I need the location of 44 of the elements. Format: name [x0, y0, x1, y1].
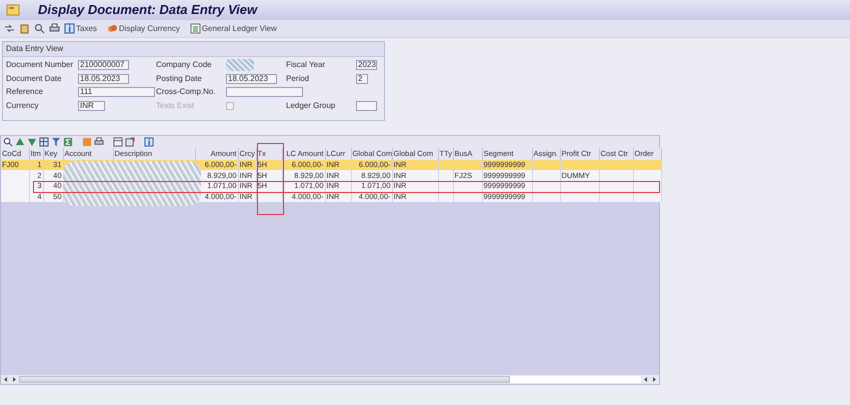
redacted-area [226, 59, 254, 71]
export-icon[interactable] [125, 136, 135, 146]
field-label: Document Number [6, 59, 74, 71]
field-label: Posting Date [156, 72, 203, 84]
scroll-thumb[interactable] [19, 376, 510, 382]
input-field[interactable] [226, 87, 303, 97]
input-field[interactable]: 2023 [356, 60, 377, 70]
search-icon[interactable] [34, 23, 45, 34]
field-label: Ledger Group [286, 100, 336, 112]
clipboard-icon[interactable] [19, 23, 30, 34]
grid-icon[interactable] [39, 136, 49, 146]
search-icon[interactable] [3, 136, 13, 146]
field-label: Reference [6, 86, 44, 98]
input-field[interactable]: 2 [356, 74, 368, 84]
coins-icon [106, 23, 118, 34]
ledger-icon [190, 23, 201, 34]
info-icon[interactable] [144, 136, 154, 146]
sort-down-icon[interactable] [27, 136, 37, 146]
printer-icon[interactable] [94, 136, 104, 146]
layout-icon[interactable] [113, 136, 123, 146]
panel-title: Data Entry View [3, 42, 384, 57]
document-icon [6, 4, 20, 16]
toolbar-button[interactable]: Taxes [64, 23, 103, 34]
toolbar-button[interactable]: General Ledger View [190, 23, 283, 34]
input-field[interactable]: 18.05.2023 [226, 74, 277, 84]
field-label: Fiscal Year [286, 59, 326, 71]
printer-icon[interactable] [49, 23, 60, 34]
arrows-icon[interactable] [4, 23, 15, 34]
sum-icon[interactable] [63, 136, 73, 146]
input-field[interactable]: INR [78, 100, 105, 110]
field-label: Currency [6, 100, 40, 112]
field-label: Document Date [6, 72, 63, 84]
field-label: Period [286, 72, 310, 84]
field-label: Cross-Comp.No. [156, 86, 217, 98]
window-title: Display Document: Data Entry View [38, 1, 258, 20]
input-field[interactable]: 111 [78, 87, 155, 97]
field-label: Texts Exist [156, 100, 196, 112]
input-field[interactable]: 2100000007 [78, 60, 129, 70]
input-field[interactable] [356, 100, 377, 110]
field-label: Company Code [156, 59, 213, 71]
horizontal-scrollbar[interactable] [1, 374, 659, 384]
info-icon [64, 23, 75, 34]
toolbar-button[interactable]: Display Currency [106, 23, 186, 34]
input-field[interactable]: 18.05.2023 [78, 74, 129, 84]
